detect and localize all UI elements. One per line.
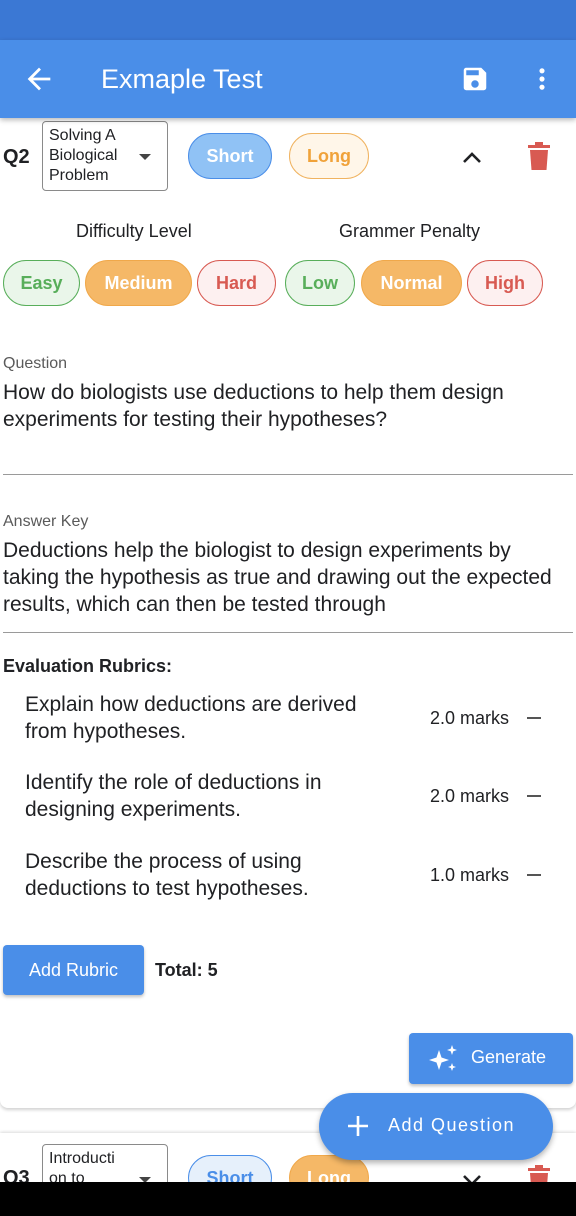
total-marks: Total: 5 (155, 960, 218, 980)
question-underline (3, 474, 573, 475)
system-nav-bar (0, 1182, 576, 1216)
generate-label: Generate (471, 1047, 547, 1067)
save-icon[interactable] (460, 64, 490, 94)
penalty-low-chip[interactable]: Low (285, 260, 355, 306)
rubric-text[interactable]: Describe the process of using deductions… (25, 848, 385, 902)
remove-rubric-icon[interactable] (527, 795, 541, 797)
difficulty-hard-chip[interactable]: Hard (197, 260, 276, 306)
type-long-chip[interactable]: Long (289, 133, 369, 179)
topic-dropdown[interactable]: Solving A Biological Problem (42, 121, 168, 191)
question-input[interactable]: How do biologists use deductions to help… (3, 379, 563, 433)
page-title: Exmaple Test (101, 64, 263, 94)
penalty-normal-chip[interactable]: Normal (361, 260, 462, 306)
generate-button[interactable]: Generate (409, 1033, 573, 1084)
answer-underline (3, 632, 573, 633)
app-bar: Exmaple Test (0, 40, 576, 118)
rubric-marks: 2.0 marks (430, 786, 510, 806)
type-short-chip[interactable]: Short (188, 133, 272, 179)
rubric-text[interactable]: Explain how deductions are derived from … (25, 691, 385, 745)
add-question-label: Add Question (388, 1115, 516, 1135)
answer-input[interactable]: Deductions help the biologist to design … (3, 537, 563, 618)
rubric-text[interactable]: Identify the role of deductions in desig… (25, 769, 385, 823)
topic-value: Solving A Biological Problem (49, 127, 118, 184)
add-question-fab[interactable]: Add Question (319, 1093, 553, 1160)
trash-icon[interactable] (528, 142, 550, 170)
back-arrow-icon[interactable] (22, 62, 56, 96)
rubric-marks: 1.0 marks (430, 865, 510, 885)
rubrics-title: Evaluation Rubrics: (3, 656, 173, 676)
remove-rubric-icon[interactable] (527, 874, 541, 876)
more-vert-icon[interactable] (528, 62, 556, 96)
sparkle-icon (429, 1045, 457, 1071)
penalty-high-chip[interactable]: High (467, 260, 543, 306)
difficulty-label: Difficulty Level (76, 221, 192, 241)
question-card: Q2 Solving A Biological Problem Short Lo… (0, 118, 576, 1108)
rubric-marks: 2.0 marks (430, 708, 510, 728)
dropdown-caret-icon (139, 154, 151, 160)
question-number: Q2 (3, 146, 30, 168)
penalty-label: Grammer Penalty (339, 221, 481, 241)
add-rubric-button[interactable]: Add Rubric (3, 945, 144, 995)
plus-icon (348, 1116, 368, 1136)
status-bar (0, 0, 576, 40)
question-label: Question (3, 355, 68, 372)
answer-label: Answer Key (3, 513, 89, 530)
chevron-up-icon[interactable] (461, 149, 483, 165)
difficulty-easy-chip[interactable]: Easy (3, 260, 80, 306)
difficulty-medium-chip[interactable]: Medium (85, 260, 192, 306)
remove-rubric-icon[interactable] (527, 717, 541, 719)
